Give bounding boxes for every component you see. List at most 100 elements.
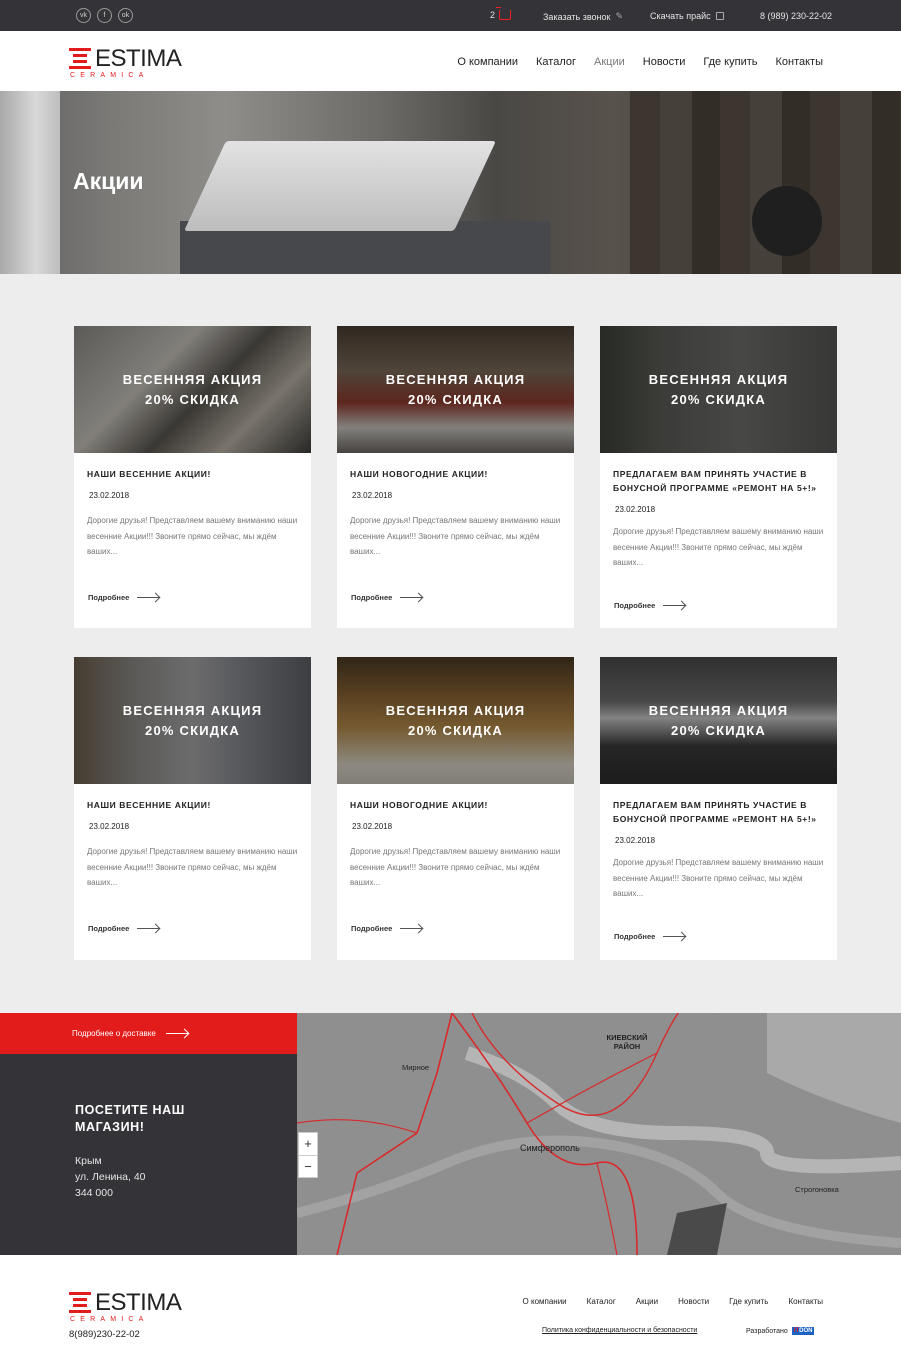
- card-image: ВЕСЕННЯЯ АКЦИЯ 20% СКИДКА: [74, 326, 311, 453]
- download-price-link[interactable]: Скачать прайс: [650, 11, 724, 21]
- callback-link[interactable]: Заказать звонок ✎: [543, 11, 623, 22]
- card-image-title: ВЕСЕННЯЯ АКЦИЯ: [385, 372, 526, 387]
- footer-phone[interactable]: 8(989)230-22-02: [69, 1329, 140, 1340]
- arrow-right-icon: [165, 1033, 188, 1034]
- hero-sink: [184, 141, 496, 231]
- card-image-title: ВЕСЕННЯЯ АКЦИЯ: [122, 372, 263, 387]
- social-links: vk f ok: [76, 8, 133, 23]
- card-title: Предлагаем вам принять участие в бонусно…: [613, 469, 817, 493]
- map-label-city: Симферополь: [520, 1143, 580, 1153]
- hero-faucet: [752, 186, 822, 256]
- arrow-right-icon: [663, 936, 686, 937]
- card-date: 23.02.2018: [615, 836, 656, 845]
- store-heading: ПОСЕТИТЕ НАШ МАГАЗИН!: [75, 1103, 185, 1134]
- top-phone[interactable]: 8 (989) 230-22-02: [760, 11, 832, 21]
- card-image: ВЕСЕННЯЯ АКЦИЯ 20% СКИДКА: [337, 326, 574, 453]
- download-price-label: Скачать прайс: [650, 11, 711, 21]
- nav-news[interactable]: Новости: [643, 56, 686, 68]
- footer-nav-promotions[interactable]: Акции: [636, 1297, 658, 1306]
- nav-about[interactable]: О компании: [457, 56, 518, 68]
- footer-nav-catalog[interactable]: Каталог: [587, 1297, 616, 1306]
- cart-count: 2: [490, 10, 496, 20]
- card-text: Дорогие друзья! Представляем вашему вним…: [87, 847, 298, 887]
- card-image: ВЕСЕННЯЯ АКЦИЯ 20% СКИДКА: [600, 326, 837, 453]
- promo-card[interactable]: ВЕСЕННЯЯ АКЦИЯ 20% СКИДКА Наши весенние а…: [74, 657, 311, 960]
- card-more-link[interactable]: Подробнее: [614, 601, 686, 610]
- site-logo[interactable]: ESTIMA CERAMICA: [69, 46, 191, 80]
- arrow-right-icon: [400, 928, 423, 929]
- card-image-subtitle: 20% СКИДКА: [145, 392, 240, 407]
- privacy-policy-link[interactable]: Политика конфиденциальности и безопаснос…: [542, 1327, 697, 1334]
- promo-card[interactable]: ВЕСЕННЯЯ АКЦИЯ 20% СКИДКА Наши новогодние…: [337, 657, 574, 960]
- footer-logo[interactable]: ESTIMA CERAMICA: [69, 1290, 191, 1324]
- zoom-out-button[interactable]: −: [299, 1155, 317, 1178]
- nav-contacts[interactable]: Контакты: [775, 56, 823, 68]
- arrow-right-icon: [400, 597, 423, 598]
- more-label: Подробнее: [351, 924, 393, 933]
- card-image: ВЕСЕННЯЯ АКЦИЯ 20% СКИДКА: [600, 657, 837, 784]
- developer-logo: ITDON: [791, 1327, 815, 1335]
- map-zoom-control: + −: [298, 1132, 318, 1178]
- footer-nav: О компании Каталог Акции Новости Где куп…: [523, 1297, 823, 1306]
- card-title: Наши весенние акции!: [87, 469, 211, 479]
- card-more-link[interactable]: Подробнее: [88, 593, 160, 602]
- card-image: ВЕСЕННЯЯ АКЦИЯ 20% СКИДКА: [337, 657, 574, 784]
- logo-mark-icon: [69, 1292, 93, 1313]
- arrow-right-icon: [137, 928, 160, 929]
- store-address: Крым ул. Ленина, 40 344 000: [75, 1153, 146, 1201]
- footer-nav-where-to-buy[interactable]: Где купить: [729, 1297, 768, 1306]
- footer-nav-about[interactable]: О компании: [523, 1297, 567, 1306]
- store-block: Подробнее о доставке ПОСЕТИТЕ НАШ МАГАЗИ…: [0, 1013, 297, 1255]
- promo-card[interactable]: ВЕСЕННЯЯ АКЦИЯ 20% СКИДКА Предлагаем вам …: [600, 326, 837, 628]
- zoom-in-button[interactable]: +: [299, 1133, 317, 1155]
- store-zip: 344 000: [75, 1187, 113, 1199]
- logo-mark-icon: [69, 48, 93, 69]
- nav-where-to-buy[interactable]: Где купить: [703, 56, 757, 68]
- map-label-mirnoe: Мирное: [402, 1063, 430, 1072]
- card-image-title: ВЕСЕННЯЯ АКЦИЯ: [122, 703, 263, 718]
- map-label-district: КИЕВСКИЙ РАЙОН: [606, 1033, 648, 1051]
- card-title: Наши весенние акции!: [87, 800, 211, 810]
- facebook-icon[interactable]: f: [97, 8, 112, 23]
- logo-word: ESTIMA: [95, 1289, 182, 1316]
- delivery-link[interactable]: Подробнее о доставке: [0, 1013, 297, 1054]
- card-image-subtitle: 20% СКИДКА: [408, 723, 503, 738]
- more-label: Подробнее: [88, 593, 130, 602]
- more-label: Подробнее: [614, 932, 656, 941]
- footer-nav-contacts[interactable]: Контакты: [788, 1297, 823, 1306]
- card-image-title: ВЕСЕННЯЯ АКЦИЯ: [385, 703, 526, 718]
- odnoklassniki-icon[interactable]: ok: [118, 8, 133, 23]
- promo-card[interactable]: ВЕСЕННЯЯ АКЦИЯ 20% СКИДКА Наши весенние а…: [74, 326, 311, 628]
- store-street: ул. Ленина, 40: [75, 1171, 146, 1183]
- nav-promotions[interactable]: Акции: [594, 56, 625, 68]
- card-date: 23.02.2018: [89, 822, 130, 831]
- store-map[interactable]: КИЕВСКИЙ РАЙОН Симферополь Мирное Строго…: [297, 1013, 901, 1255]
- promo-card[interactable]: ВЕСЕННЯЯ АКЦИЯ 20% СКИДКА Наши новогодние…: [337, 326, 574, 628]
- nav-catalog[interactable]: Каталог: [536, 56, 576, 68]
- card-title: Предлагаем вам принять участие в бонусно…: [613, 800, 817, 824]
- cart-icon: [496, 7, 512, 20]
- cart-link[interactable]: 2: [490, 7, 512, 20]
- developer-logo-don: DON: [799, 1328, 813, 1334]
- vk-icon[interactable]: vk: [76, 8, 91, 23]
- arrow-right-icon: [663, 605, 686, 606]
- card-more-link[interactable]: Подробнее: [351, 924, 423, 933]
- store-region: Крым: [75, 1155, 102, 1167]
- footer-nav-news[interactable]: Новости: [678, 1297, 709, 1306]
- card-image-subtitle: 20% СКИДКА: [671, 392, 766, 407]
- card-more-link[interactable]: Подробнее: [614, 932, 686, 941]
- card-text: Дорогие друзья! Представляем вашему вним…: [350, 847, 561, 887]
- promo-card[interactable]: ВЕСЕННЯЯ АКЦИЯ 20% СКИДКА Предлагаем вам …: [600, 657, 837, 960]
- developer-credit[interactable]: Разработано ITDON: [746, 1327, 815, 1335]
- card-image-title: ВЕСЕННЯЯ АКЦИЯ: [648, 372, 789, 387]
- card-more-link[interactable]: Подробнее: [88, 924, 160, 933]
- site-header: ESTIMA CERAMICA О компании Каталог Акции…: [0, 31, 901, 91]
- card-image-subtitle: 20% СКИДКА: [145, 723, 240, 738]
- more-label: Подробнее: [614, 601, 656, 610]
- card-text: Дорогие друзья! Представляем вашему вним…: [350, 516, 561, 556]
- card-more-link[interactable]: Подробнее: [351, 593, 423, 602]
- map-label-strogonovka: Строгоновка: [795, 1185, 839, 1194]
- developer-label: Разработано: [746, 1327, 788, 1335]
- card-image-subtitle: 20% СКИДКА: [671, 723, 766, 738]
- card-date: 23.02.2018: [352, 822, 393, 831]
